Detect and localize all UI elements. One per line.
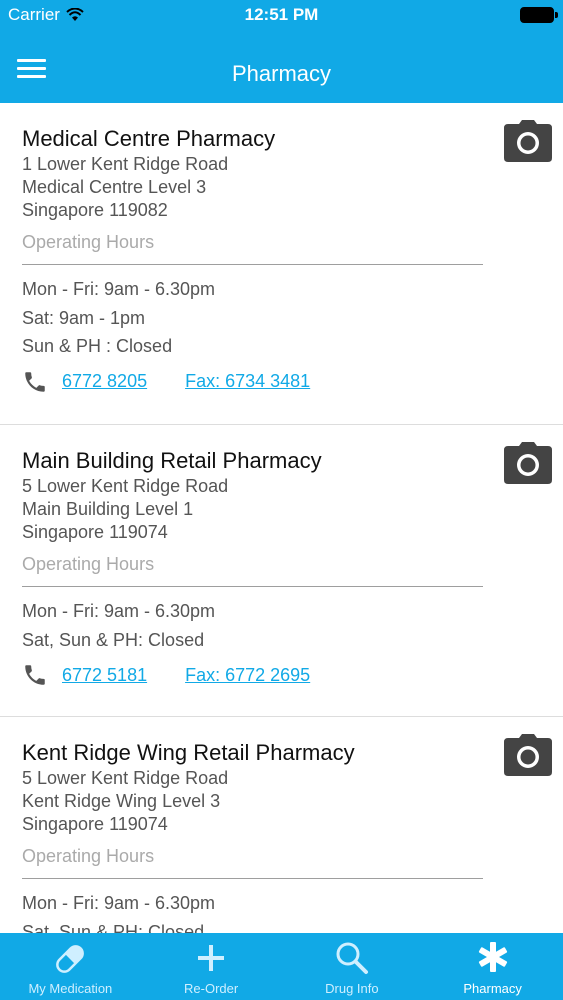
pharmacy-list[interactable]: Medical Centre Pharmacy 1 Lower Kent Rid… — [0, 103, 563, 933]
address-line: Singapore 119082 — [22, 200, 168, 220]
tab-label: Re-Order — [184, 981, 239, 996]
divider — [22, 586, 483, 587]
status-time: 12:51 PM — [244, 5, 319, 24]
hours-title: Operating Hours — [22, 232, 155, 252]
top-bar: Carrier 12:51 PM Pharmacy — [0, 0, 563, 103]
tab-label: My Medication — [28, 981, 113, 996]
hours-line: Sun & PH : Closed — [22, 336, 173, 356]
fax-link[interactable]: Fax: 6734 3481 — [185, 371, 310, 392]
address-line: 5 Lower Kent Ridge Road — [22, 768, 229, 788]
phone-link[interactable]: 6772 8205 — [62, 371, 147, 392]
pharmacy-name: Medical Centre Pharmacy — [22, 126, 276, 151]
camera-icon[interactable] — [504, 120, 552, 162]
divider — [22, 264, 483, 265]
tab-my-medication[interactable]: My Medication — [0, 933, 141, 1000]
pharmacy-name: Kent Ridge Wing Retail Pharmacy — [22, 740, 355, 765]
pharmacy-name: Main Building Retail Pharmacy — [22, 448, 322, 473]
search-icon — [336, 942, 368, 974]
address-line: 1 Lower Kent Ridge Road — [22, 154, 229, 174]
address-line: Singapore 119074 — [22, 814, 168, 834]
nav-bar: Pharmacy — [0, 30, 563, 103]
contact-row: 6772 8205 Fax: 6734 3481 — [22, 367, 563, 397]
pharmacy-card: Main Building Retail Pharmacy 5 Lower Ke… — [0, 425, 563, 717]
hours-line: Mon - Fri: 9am - 6.30pm — [22, 893, 216, 913]
fax-link[interactable]: Fax: 6772 2695 — [185, 665, 310, 686]
address-line: Medical Centre Level 3 — [22, 177, 207, 197]
address-line: Kent Ridge Wing Level 3 — [22, 791, 221, 811]
tab-label: Drug Info — [325, 981, 379, 996]
tab-drug-info[interactable]: Drug Info — [282, 933, 423, 1000]
hours-line: Sat, Sun & PH: Closed — [22, 629, 205, 650]
camera-icon[interactable] — [504, 734, 552, 776]
hours-title: Operating Hours — [22, 846, 155, 866]
pill-icon — [56, 945, 85, 973]
address-line: Singapore 119074 — [22, 522, 168, 542]
camera-icon[interactable] — [504, 442, 552, 484]
battery-icon — [520, 7, 558, 23]
pharmacy-card: Kent Ridge Wing Retail Pharmacy 5 Lower … — [0, 717, 563, 933]
hours-title: Operating Hours — [22, 554, 155, 574]
contact-row: 6772 5181 Fax: 6772 2695 — [22, 660, 563, 690]
address-line: Main Building Level 1 — [22, 499, 194, 519]
tab-label: Pharmacy — [463, 981, 522, 996]
hours-line: Mon - Fri: 9am - 6.30pm — [22, 279, 216, 299]
hours-line: Mon - Fri: 9am - 6.30pm — [22, 601, 216, 621]
tab-pharmacy[interactable]: Pharmacy — [422, 933, 563, 1000]
address-line: 5 Lower Kent Ridge Road — [22, 476, 229, 496]
tab-bar: My Medication Re-Order Drug Info Pharmac… — [0, 933, 563, 1000]
asterisk-icon — [478, 942, 507, 972]
status-bar: Carrier 12:51 PM — [0, 0, 563, 30]
plus-icon — [198, 945, 225, 971]
hours-line: Sat: 9am - 1pm — [22, 307, 146, 328]
pharmacy-card: Medical Centre Pharmacy 1 Lower Kent Rid… — [0, 103, 563, 425]
page-title: Pharmacy — [231, 61, 332, 86]
tab-re-order[interactable]: Re-Order — [141, 933, 282, 1000]
phone-link[interactable]: 6772 5181 — [62, 665, 147, 686]
hours-line: Sat, Sun & PH: Closed — [22, 921, 205, 934]
divider — [22, 878, 483, 879]
phone-icon — [25, 371, 45, 392]
phone-icon — [25, 665, 45, 685]
